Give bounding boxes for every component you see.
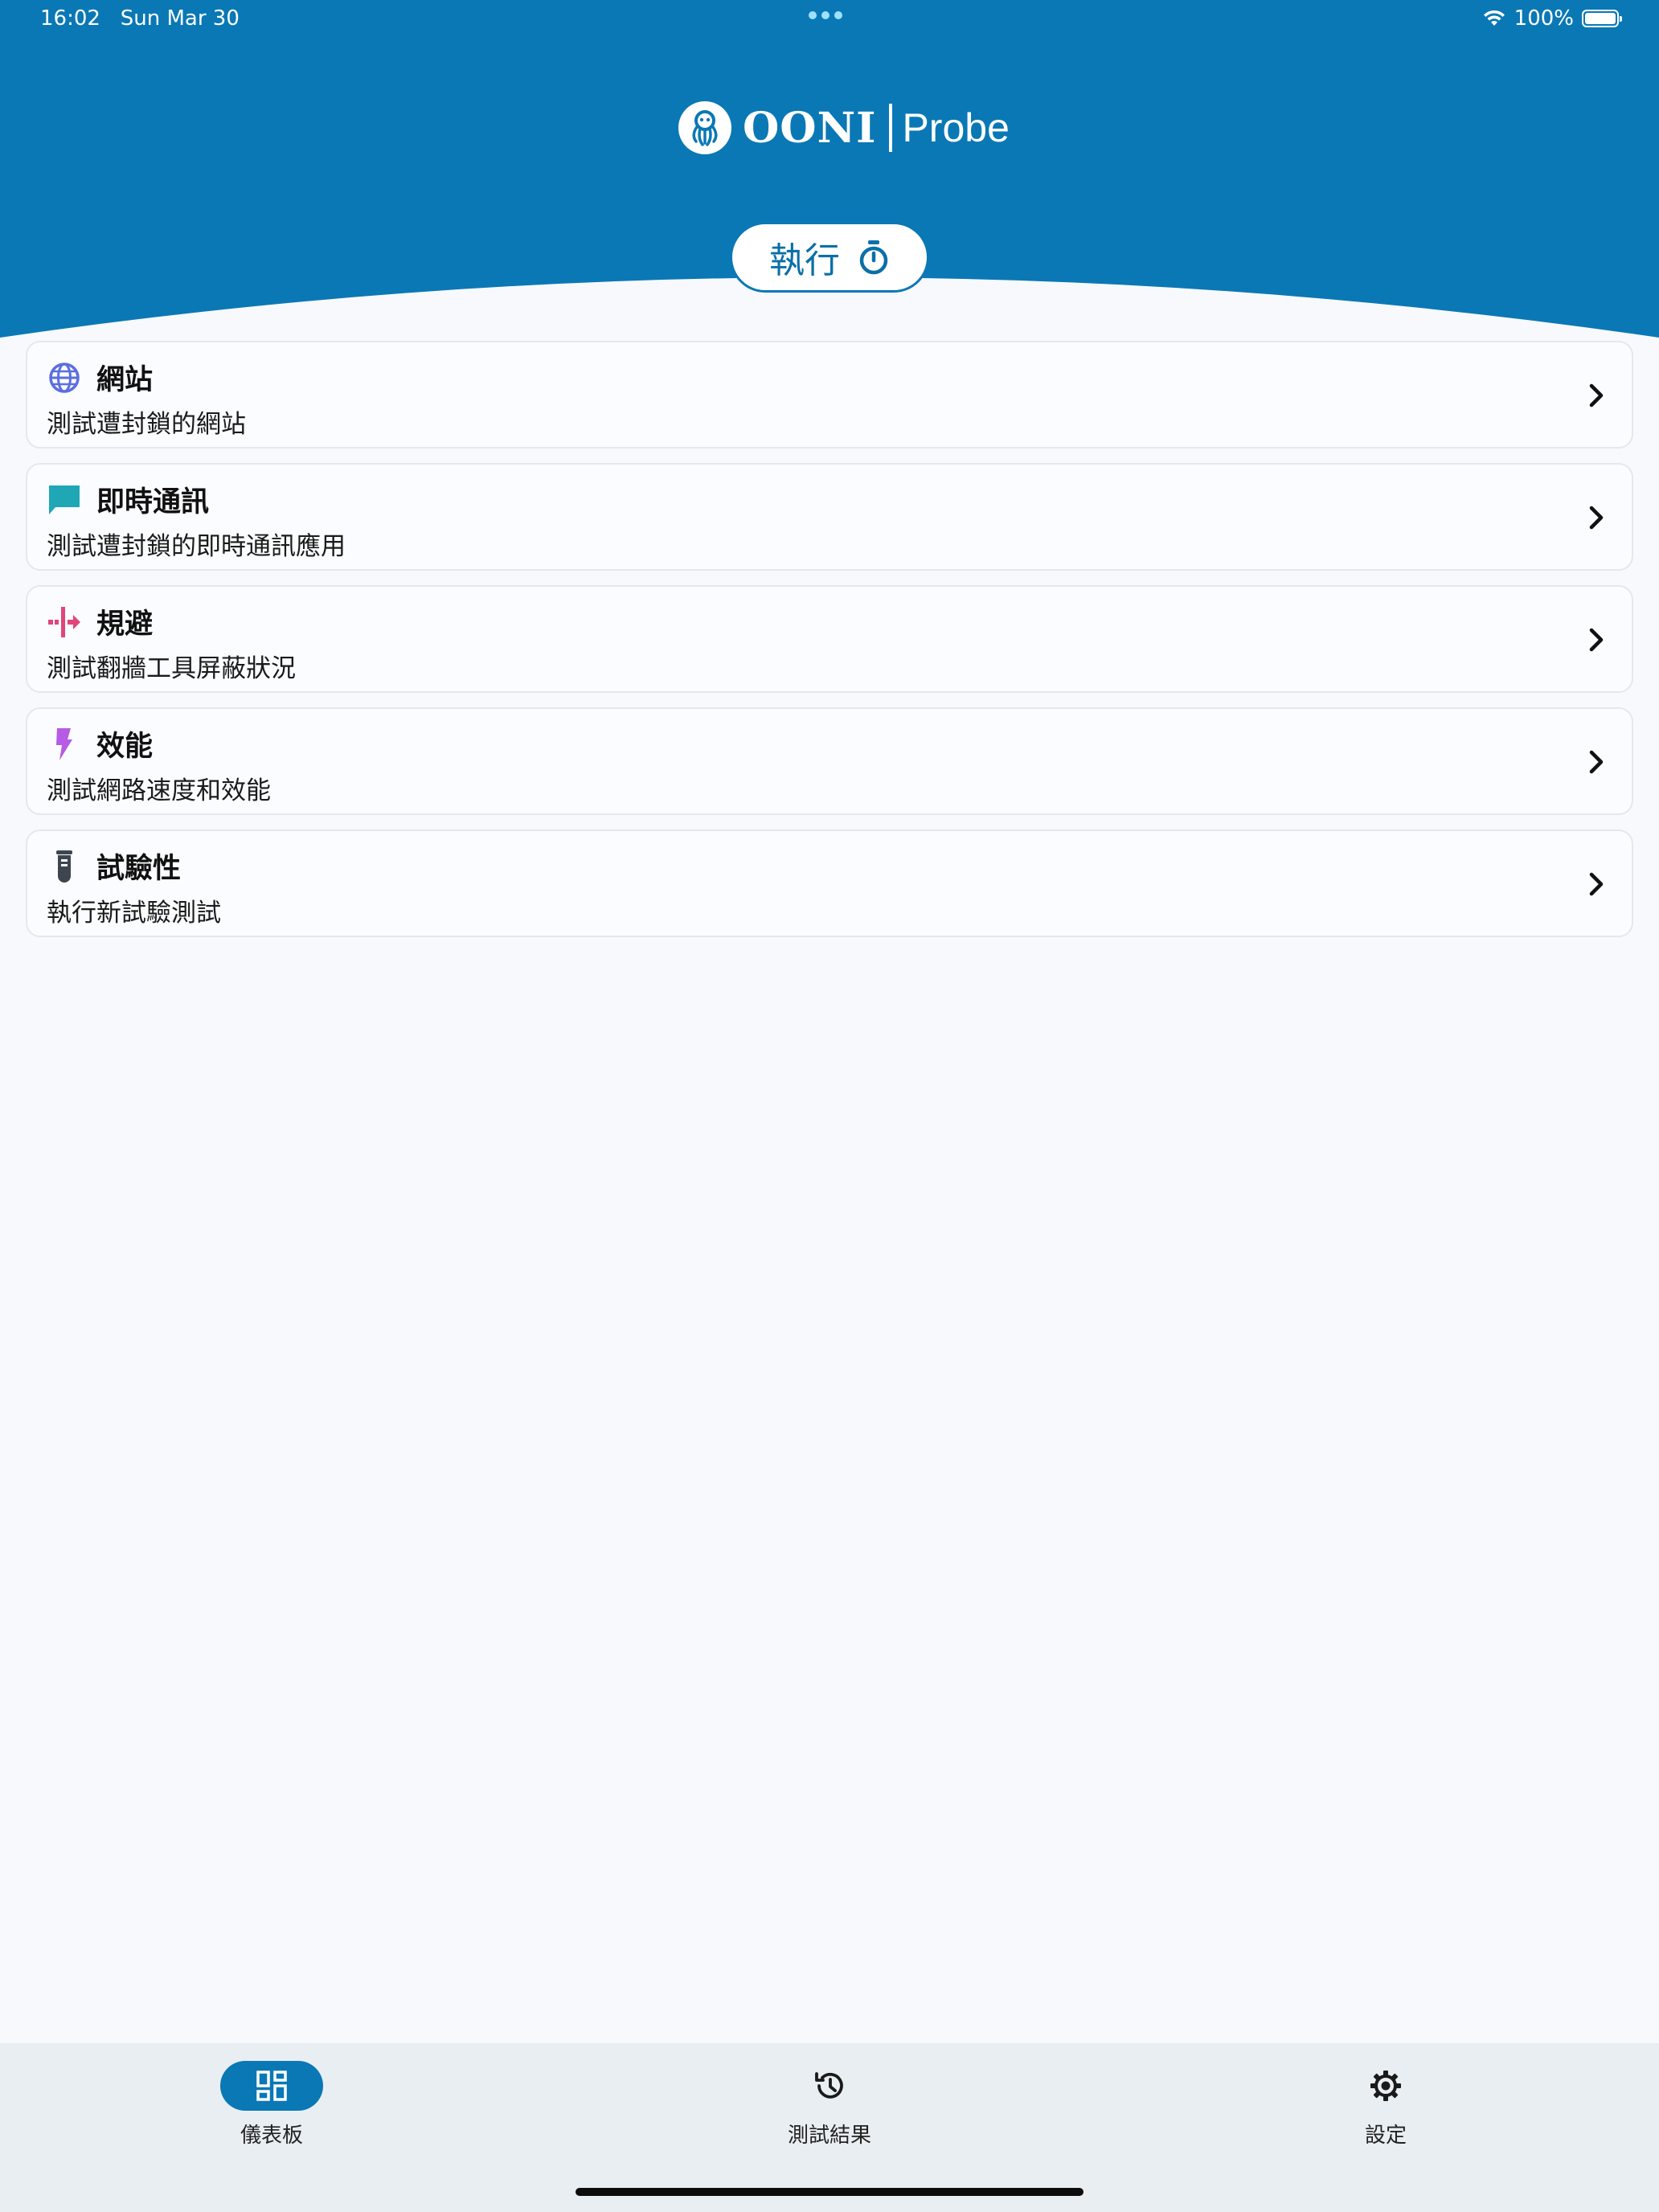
card-description: 執行新試驗測試 xyxy=(47,899,221,928)
nav-settings-pill xyxy=(1334,2061,1437,2111)
status-right: 100% xyxy=(1482,6,1622,31)
card-experimental[interactable]: 試驗性 執行新試驗測試 xyxy=(26,830,1633,937)
wifi-icon xyxy=(1483,10,1505,26)
circumvention-icon xyxy=(47,604,82,640)
chevron-right-icon xyxy=(1589,872,1604,896)
test-tube-icon xyxy=(47,849,82,884)
run-button[interactable]: 執行 xyxy=(730,222,929,293)
logo-divider xyxy=(889,104,893,152)
battery-icon xyxy=(1582,10,1622,27)
nav-dashboard-label: 儀表板 xyxy=(240,2124,303,2148)
card-description: 測試翻牆工具屏蔽狀況 xyxy=(47,654,296,683)
status-time-date: 16:02 Sun Mar 30 xyxy=(40,6,240,31)
card-description: 測試網路速度和效能 xyxy=(47,776,271,805)
status-time: 16:02 xyxy=(40,6,100,31)
card-title: 即時通訊 xyxy=(96,486,210,518)
card-instant-messaging[interactable]: 即時通訊 測試遭封鎖的即時通訊應用 xyxy=(26,463,1633,571)
multitasking-dots-icon[interactable] xyxy=(809,11,842,19)
nav-results-label: 測試結果 xyxy=(787,2124,871,2148)
dashboard-icon xyxy=(256,2071,287,2101)
octopus-logo-icon xyxy=(678,101,731,154)
nav-dashboard-pill xyxy=(220,2061,323,2111)
bottom-navigation: 儀表板 測試結果 設定 xyxy=(0,2043,1659,2212)
card-title: 規避 xyxy=(96,608,154,641)
card-websites[interactable]: 網站 測試遭封鎖的網站 xyxy=(26,341,1633,449)
logo-probe-text: Probe xyxy=(902,105,1010,150)
gear-icon xyxy=(1370,2071,1401,2101)
chevron-right-icon xyxy=(1589,506,1604,530)
home-indicator[interactable] xyxy=(576,2188,1083,2196)
header: OONI Probe 執行 xyxy=(0,0,1659,346)
run-button-label: 執行 xyxy=(769,240,840,281)
history-icon xyxy=(815,2072,843,2099)
card-title: 效能 xyxy=(96,731,154,763)
chevron-right-icon xyxy=(1589,383,1604,408)
timer-icon xyxy=(859,240,888,275)
battery-percent: 100% xyxy=(1514,6,1574,31)
status-date: Sun Mar 30 xyxy=(120,6,240,31)
nav-settings-label: 設定 xyxy=(1364,2124,1407,2148)
status-bar: 16:02 Sun Mar 30 100% xyxy=(0,0,1659,40)
globe-icon xyxy=(47,360,82,395)
card-title: 試驗性 xyxy=(96,853,182,885)
nav-results-pill xyxy=(778,2061,881,2111)
nav-settings[interactable]: 設定 xyxy=(1281,2061,1490,2157)
chevron-right-icon xyxy=(1589,750,1604,774)
lightning-icon xyxy=(47,727,82,762)
card-circumvention[interactable]: 規避 測試翻牆工具屏蔽狀況 xyxy=(26,585,1633,693)
header-background xyxy=(0,0,1659,338)
card-description: 測試遭封鎖的網站 xyxy=(47,410,246,439)
nav-test-results[interactable]: 測試結果 xyxy=(725,2061,934,2157)
chevron-right-icon xyxy=(1589,628,1604,652)
card-performance[interactable]: 效能 測試網路速度和效能 xyxy=(26,707,1633,815)
test-suite-list: 網站 測試遭封鎖的網站 即時通訊 測試遭封鎖的即時通訊應用 規避 測試翻牆工具屏… xyxy=(26,341,1633,952)
ooni-probe-logo: OONI Probe xyxy=(678,100,1010,156)
logo-ooni-text: OONI xyxy=(743,103,877,153)
nav-dashboard[interactable]: 儀表板 xyxy=(167,2061,376,2157)
chat-icon xyxy=(47,482,82,518)
card-description: 測試遭封鎖的即時通訊應用 xyxy=(47,532,346,561)
card-title: 網站 xyxy=(96,364,154,396)
